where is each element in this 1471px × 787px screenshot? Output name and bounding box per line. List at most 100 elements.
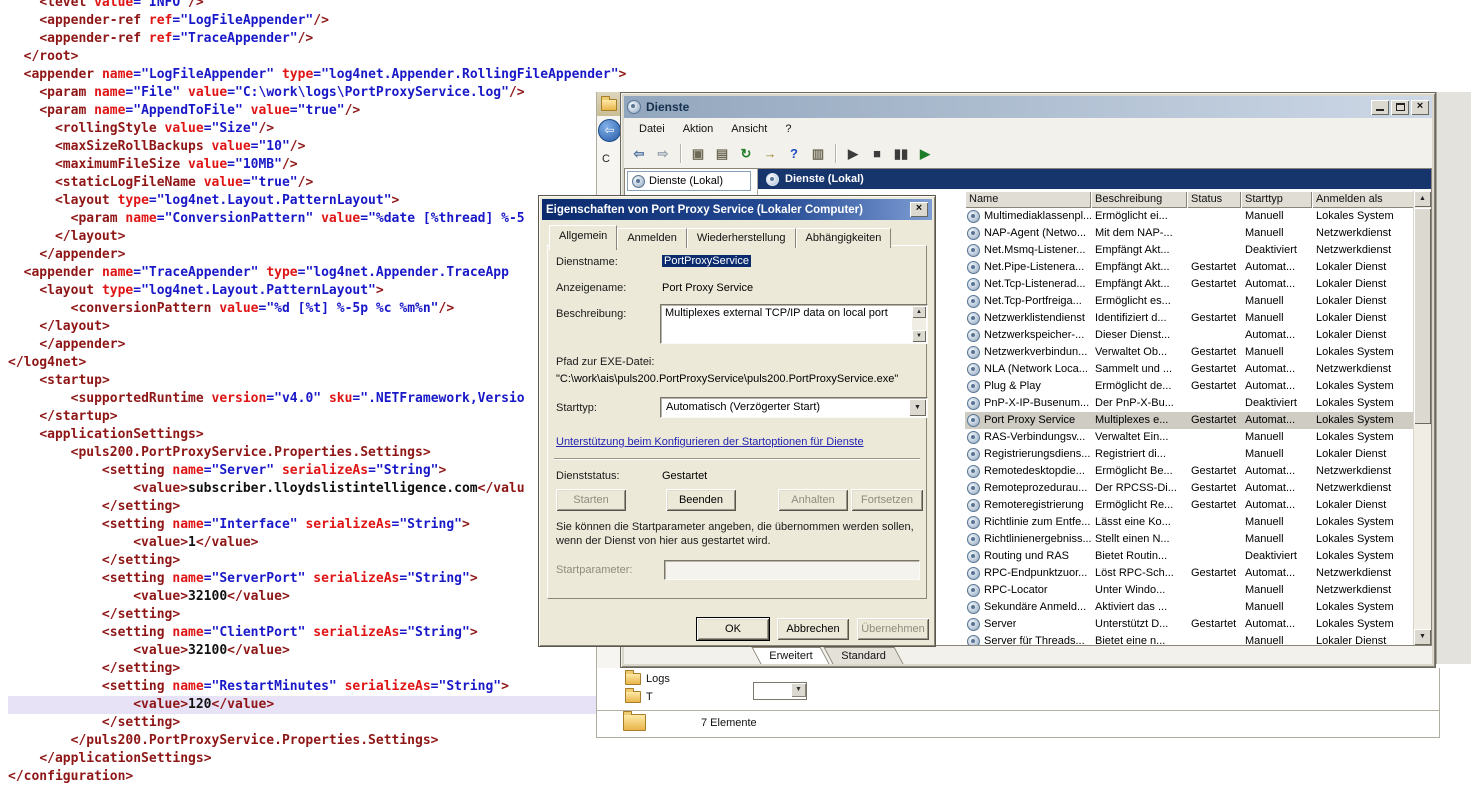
- restart-service-icon[interactable]: ▶: [914, 143, 936, 165]
- code-line[interactable]: </root>: [8, 48, 1471, 66]
- service-row[interactable]: Remotedesktopdie...Ermöglicht Be...Gesta…: [965, 463, 1418, 480]
- column-header-beschreibung[interactable]: Beschreibung: [1091, 191, 1187, 208]
- service-row[interactable]: RemoteregistrierungErmöglicht Re...Gesta…: [965, 497, 1418, 514]
- service-row[interactable]: Netzwerkverbindun...Verwaltet Ob...Gesta…: [965, 344, 1418, 361]
- fortsetzen-button[interactable]: Fortsetzen: [851, 489, 923, 511]
- starten-button[interactable]: Starten: [556, 489, 626, 511]
- service-row[interactable]: Netzwerkspeicher-...Dieser Dienst...Auto…: [965, 327, 1418, 344]
- tab-wiederherstellung[interactable]: Wiederherstellung: [687, 228, 796, 248]
- tab-allgemein[interactable]: Allgemein: [549, 225, 617, 250]
- help-icon[interactable]: ?: [783, 143, 805, 165]
- service-row[interactable]: Richtlinie zum Entfe...Lässt eine Ko...M…: [965, 514, 1418, 531]
- service-row[interactable]: PnP-X-IP-Busenum...Der PnP-X-Bu...Deakti…: [965, 395, 1418, 412]
- explorer-folder-item[interactable]: Logs: [625, 670, 670, 688]
- start-service-icon[interactable]: ▶: [842, 143, 864, 165]
- services-icon: [632, 175, 645, 188]
- service-name: RPC-Locator: [984, 582, 1048, 599]
- service-row[interactable]: Net.Tcp-Listenerad...Empfängt Akt...Gest…: [965, 276, 1418, 293]
- minimize-button[interactable]: [1371, 100, 1389, 115]
- service-row[interactable]: Remoteprozedurau...Der RPCSS-Di...Gestar…: [965, 480, 1418, 497]
- service-logon-as: Lokaler Dienst: [1312, 276, 1418, 293]
- stop-service-icon[interactable]: ■: [866, 143, 888, 165]
- service-row[interactable]: Plug & PlayErmöglicht de...GestartetAuto…: [965, 378, 1418, 395]
- export-list-icon[interactable]: →: [759, 143, 781, 165]
- dienstname-value[interactable]: PortProxyService: [662, 255, 751, 267]
- refresh-icon[interactable]: ↻: [735, 143, 757, 165]
- service-description: Bietet Routin...: [1091, 548, 1187, 565]
- code-line[interactable]: <level value="INFO"/>: [8, 0, 1471, 12]
- menu-help[interactable]: ?: [776, 121, 800, 137]
- starttyp-dropdown[interactable]: Automatisch (Verzögerter Start) ▼: [660, 397, 928, 418]
- service-row[interactable]: Port Proxy ServiceMultiplexes e...Gestar…: [965, 412, 1418, 429]
- service-row[interactable]: NAP-Agent (Netwo...Mit dem NAP-...Manuel…: [965, 225, 1418, 242]
- explorer-dropdown[interactable]: ▼: [753, 682, 807, 700]
- back-icon[interactable]: ⇦: [628, 143, 650, 165]
- column-header-name[interactable]: Name: [965, 191, 1091, 208]
- services-window-titlebar[interactable]: Dienste ×: [624, 96, 1432, 118]
- service-status: [1187, 242, 1241, 259]
- service-row[interactable]: Registrierungsdiens...Registriert di...M…: [965, 446, 1418, 463]
- scrollbar-thumb[interactable]: [1414, 208, 1431, 424]
- list-view-icon[interactable]: ▤: [711, 143, 733, 165]
- code-line[interactable]: <appender name="LogFileAppender" type="l…: [8, 66, 1471, 84]
- service-row[interactable]: NLA (Network Loca...Sammelt und ...Gesta…: [965, 361, 1418, 378]
- anhalten-button[interactable]: Anhalten: [778, 489, 848, 511]
- service-row[interactable]: Multimediaklassenpl...Ermöglicht ei...Ma…: [965, 208, 1418, 225]
- scroll-up-button[interactable]: ▲: [912, 306, 926, 318]
- service-row[interactable]: Richtlinienergebniss...Stellt einen N...…: [965, 531, 1418, 548]
- service-gear-icon: [967, 448, 980, 461]
- view-tab-erweitert[interactable]: Erweitert: [751, 647, 829, 664]
- vertical-scrollbar[interactable]: ▲ ▼: [1413, 191, 1431, 645]
- column-header-anmelden-als[interactable]: Anmelden als: [1312, 191, 1418, 208]
- column-header-starttyp[interactable]: Starttyp: [1241, 191, 1312, 208]
- code-line[interactable]: <value>120</value>: [8, 696, 596, 714]
- startparameter-input[interactable]: [664, 560, 920, 580]
- service-row[interactable]: NetzwerklistendienstIdentifiziert d...Ge…: [965, 310, 1418, 327]
- properties-doc-icon[interactable]: ▥: [807, 143, 829, 165]
- code-line[interactable]: <appender-ref ref="TraceAppender"/>: [8, 30, 1471, 48]
- code-line[interactable]: </configuration>: [8, 768, 1471, 786]
- service-row[interactable]: Net.Msmq-Listener...Empfängt Akt...Deakt…: [965, 242, 1418, 259]
- textbox-scrollbar[interactable]: ▲ ▼: [912, 306, 926, 342]
- explorer-back-button[interactable]: ⇦: [598, 119, 621, 142]
- tab-abh-ngigkeiten[interactable]: Abhängigkeiten: [796, 228, 892, 248]
- service-row[interactable]: Net.Pipe-Listenera...Empfängt Akt...Gest…: [965, 259, 1418, 276]
- tree-item-dienste-lokal[interactable]: Dienste (Lokal): [627, 171, 751, 191]
- ok-button[interactable]: OK: [697, 618, 769, 640]
- view-tab-standard[interactable]: Standard: [824, 647, 904, 664]
- scroll-down-button[interactable]: ▼: [912, 330, 926, 342]
- console-window-icon[interactable]: ▣: [687, 143, 709, 165]
- service-row[interactable]: Sekundäre Anmeld...Aktiviert das ...Manu…: [965, 599, 1418, 616]
- maximize-button[interactable]: [1391, 100, 1409, 115]
- beenden-button[interactable]: Beenden: [666, 489, 736, 511]
- explorer-folder-item[interactable]: T: [625, 688, 670, 706]
- menu-datei[interactable]: Datei: [630, 121, 674, 137]
- code-line[interactable]: <appender-ref ref="LogFileAppender"/>: [8, 12, 1471, 30]
- tab-anmelden[interactable]: Anmelden: [617, 228, 687, 248]
- service-row[interactable]: Server für Threads...Bietet eine n...Man…: [965, 633, 1418, 646]
- service-row[interactable]: RPC-Endpunktzuor...Löst RPC-Sch...Gestar…: [965, 565, 1418, 582]
- scroll-up-button[interactable]: ▲: [1414, 191, 1431, 207]
- code-line[interactable]: </applicationSettings>: [8, 750, 1471, 768]
- forward-icon[interactable]: ⇨: [652, 143, 674, 165]
- divider: [597, 710, 1439, 711]
- service-row[interactable]: RAS-Verbindungsv...Verwaltet Ein...Manue…: [965, 429, 1418, 446]
- close-icon[interactable]: ×: [910, 202, 928, 217]
- divider: [554, 458, 920, 460]
- service-row[interactable]: ServerUnterstützt D...GestartetAutomat..…: [965, 616, 1418, 633]
- service-row[interactable]: RPC-LocatorUnter Windo...ManuellNetzwerk…: [965, 582, 1418, 599]
- service-row[interactable]: Routing und RASBietet Routin...Deaktivie…: [965, 548, 1418, 565]
- menu-bar: DateiAktionAnsicht?: [624, 118, 1432, 140]
- close-button[interactable]: ×: [1411, 100, 1429, 115]
- abbrechen-button[interactable]: Abbrechen: [777, 618, 849, 640]
- dialog-titlebar[interactable]: Eigenschaften von Port Proxy Service (Lo…: [542, 199, 932, 220]
- beschreibung-textbox[interactable]: Multiplexes external TCP/IP data on loca…: [660, 304, 928, 344]
- service-row[interactable]: Net.Tcp-Portfreiga...Ermöglicht es...Man…: [965, 293, 1418, 310]
- column-header-status[interactable]: Status: [1187, 191, 1241, 208]
- menu-aktion[interactable]: Aktion: [674, 121, 723, 137]
- pause-service-icon[interactable]: ▮▮: [890, 143, 912, 165]
- menu-ansicht[interactable]: Ansicht: [722, 121, 776, 137]
- scroll-down-button[interactable]: ▼: [1414, 629, 1431, 645]
- startup-options-help-link[interactable]: Unterstützung beim Konfigurieren der Sta…: [556, 436, 864, 448]
- bernehmen-button[interactable]: Übernehmen: [857, 618, 929, 640]
